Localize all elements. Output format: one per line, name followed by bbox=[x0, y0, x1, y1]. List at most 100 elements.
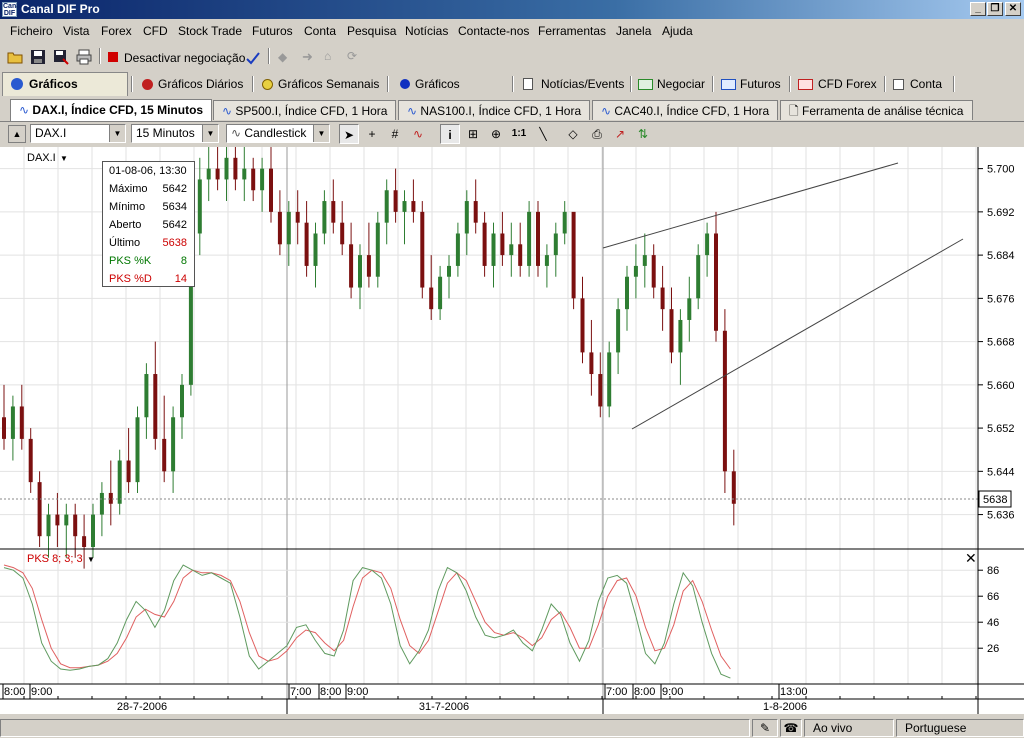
info-key: PKS %K bbox=[109, 255, 152, 267]
candle-body bbox=[153, 374, 158, 439]
candle-body bbox=[233, 157, 238, 180]
check-icon[interactable] bbox=[245, 50, 261, 66]
menu-janela[interactable]: Janela bbox=[616, 24, 651, 38]
last-price-label: 5638 bbox=[983, 494, 1007, 506]
eraser-icon[interactable]: ◇ bbox=[563, 124, 583, 144]
tab-daily-charts[interactable]: Gráficos Diários bbox=[140, 73, 250, 95]
menu-vista[interactable]: Vista bbox=[63, 24, 89, 38]
candle-body bbox=[447, 265, 451, 277]
menu-ficheiro[interactable]: Ficheiro bbox=[10, 24, 53, 38]
tab-sp500-chart[interactable]: ∿ SP500.I, Índice CFD, 1 Hora bbox=[213, 100, 396, 120]
candle-body bbox=[171, 417, 176, 472]
candle-body bbox=[393, 190, 398, 212]
symbol-select[interactable]: DAX.I ▼ bbox=[30, 124, 126, 143]
minimize-button[interactable]: _ bbox=[970, 2, 986, 16]
open-folder-icon[interactable] bbox=[7, 49, 23, 65]
print-chart-icon[interactable]: ⎙ bbox=[587, 124, 607, 144]
tab-dax-chart[interactable]: ∿ DAX.I, Índice CFD, 15 Minutos bbox=[10, 99, 212, 121]
candle-body bbox=[527, 211, 532, 266]
candle-body bbox=[10, 406, 15, 439]
menu-stock-trade[interactable]: Stock Trade bbox=[178, 24, 242, 38]
menu-forex[interactable]: Forex bbox=[101, 24, 132, 38]
line-chart-icon: ∿ bbox=[407, 104, 418, 118]
info-value: 8 bbox=[180, 255, 187, 267]
tab-monthly-charts[interactable]: Gráficos Mensais bbox=[398, 73, 506, 113]
time-label: 9:00 bbox=[31, 686, 52, 698]
restore-button[interactable]: ❐ bbox=[987, 2, 1003, 16]
date-label: 31-7-2006 bbox=[419, 701, 469, 713]
price-tick-label: 5.668 bbox=[987, 337, 1015, 349]
save-as-icon[interactable] bbox=[53, 49, 69, 65]
indicator-label[interactable]: PKS 8; 3; 3 bbox=[27, 553, 83, 565]
chevron-down-icon: ▼ bbox=[313, 125, 329, 142]
candle-body bbox=[536, 211, 540, 266]
chart-type-select[interactable]: ∿ Candlestick ▼ bbox=[226, 124, 330, 143]
menu-pesquisa[interactable]: Pesquisa bbox=[347, 24, 396, 38]
pointer-tool-icon[interactable]: ➤ bbox=[339, 124, 359, 144]
tab-cfd-forex[interactable]: CFD Forex bbox=[798, 73, 878, 95]
menu-ferramentas[interactable]: Ferramentas bbox=[538, 24, 606, 38]
candle-body bbox=[215, 168, 220, 180]
tab-news-events[interactable]: Notícias/Events bbox=[521, 73, 629, 95]
candle-body bbox=[553, 233, 558, 256]
chevron-down-icon[interactable]: ▼ bbox=[87, 555, 95, 564]
line-tool-icon[interactable]: ╲ bbox=[533, 124, 553, 144]
candle-body bbox=[224, 157, 229, 180]
tab-weekly-charts[interactable]: Gráficos Semanais bbox=[260, 73, 380, 95]
refresh-icon[interactable]: ⟳ bbox=[347, 49, 357, 63]
chart-toolbar: ▲ DAX.I ▼ 15 Minutos ▼ ∿ Candlestick ▼ ➤ + … bbox=[0, 122, 1024, 146]
chevron-down-icon[interactable]: ▼ bbox=[60, 154, 68, 163]
symbol-label[interactable]: DAX.I bbox=[27, 152, 56, 164]
candle-body bbox=[411, 201, 416, 212]
close-button[interactable]: ✕ bbox=[1005, 2, 1021, 16]
menu-conta[interactable]: Conta bbox=[304, 24, 336, 38]
candle-body bbox=[589, 352, 594, 375]
zoom-area-icon[interactable]: ⊞ bbox=[463, 124, 483, 144]
candle-body bbox=[651, 255, 656, 288]
candle-body bbox=[99, 492, 104, 515]
arrows-icon[interactable]: ⇅ bbox=[633, 124, 653, 144]
print-icon[interactable] bbox=[76, 49, 92, 65]
candle-body bbox=[714, 233, 718, 331]
info-tool-icon[interactable]: i bbox=[440, 124, 460, 144]
price-tick-label: 5.636 bbox=[987, 510, 1015, 522]
scale-icon[interactable]: 1:1 bbox=[509, 124, 529, 144]
candle-body bbox=[269, 168, 273, 212]
tab-trade[interactable]: Negociar bbox=[638, 73, 706, 95]
menu-cfd[interactable]: CFD bbox=[143, 24, 168, 38]
collapse-up-icon[interactable]: ▲ bbox=[8, 125, 26, 143]
menu-ajuda[interactable]: Ajuda bbox=[662, 24, 693, 38]
close-panel-icon[interactable]: ✕ bbox=[965, 551, 977, 567]
bid-ask-icon[interactable]: ↗ bbox=[610, 124, 630, 144]
calendar-icon bbox=[400, 79, 410, 89]
clock-icon bbox=[11, 78, 23, 90]
forward-arrow-icon[interactable]: ➜ bbox=[302, 49, 313, 65]
candle-body bbox=[108, 492, 113, 504]
crosshair-tool-icon[interactable]: + bbox=[362, 124, 382, 144]
back-arrow-icon[interactable]: ◆ bbox=[278, 50, 287, 64]
tab-account[interactable]: Conta bbox=[893, 73, 953, 95]
tab-nas100-chart[interactable]: ∿ NAS100.I, Índice CFD, 1 Hora bbox=[398, 100, 590, 120]
menu-futuros[interactable]: Futuros bbox=[252, 24, 293, 38]
save-icon[interactable] bbox=[30, 49, 46, 65]
tab-cac40-chart[interactable]: ∿ CAC40.I, Índice CFD, 1 Hora bbox=[592, 100, 778, 120]
tab-hourly-charts[interactable]: Gráficos Horários bbox=[2, 72, 128, 113]
tab-futures[interactable]: Futuros bbox=[721, 73, 783, 95]
candle-body bbox=[2, 417, 6, 439]
candle-body bbox=[358, 255, 362, 288]
menu-noticias[interactable]: Notícias bbox=[405, 24, 448, 38]
info-key: Mínimo bbox=[109, 201, 146, 213]
indicator-tool-icon[interactable]: ∿ bbox=[408, 124, 428, 144]
status-main bbox=[0, 719, 750, 737]
grid-tool-icon[interactable]: # bbox=[385, 124, 405, 144]
candle-body bbox=[438, 276, 443, 310]
zoom-icon[interactable]: ⊕ bbox=[486, 124, 506, 144]
tab-technical-analysis[interactable]: 🗋 Ferramenta de análise técnica bbox=[780, 100, 973, 120]
candle-body bbox=[304, 222, 309, 266]
home-icon[interactable]: ⌂ bbox=[324, 49, 331, 63]
menu-contacte-nos[interactable]: Contacte-nos bbox=[458, 24, 529, 38]
deactivate-trading-button[interactable]: Desactivar negociação bbox=[124, 51, 245, 65]
interval-select[interactable]: 15 Minutos ▼ bbox=[131, 124, 219, 143]
app-icon: Canal DIF bbox=[2, 2, 23, 17]
candle-body bbox=[544, 255, 549, 266]
